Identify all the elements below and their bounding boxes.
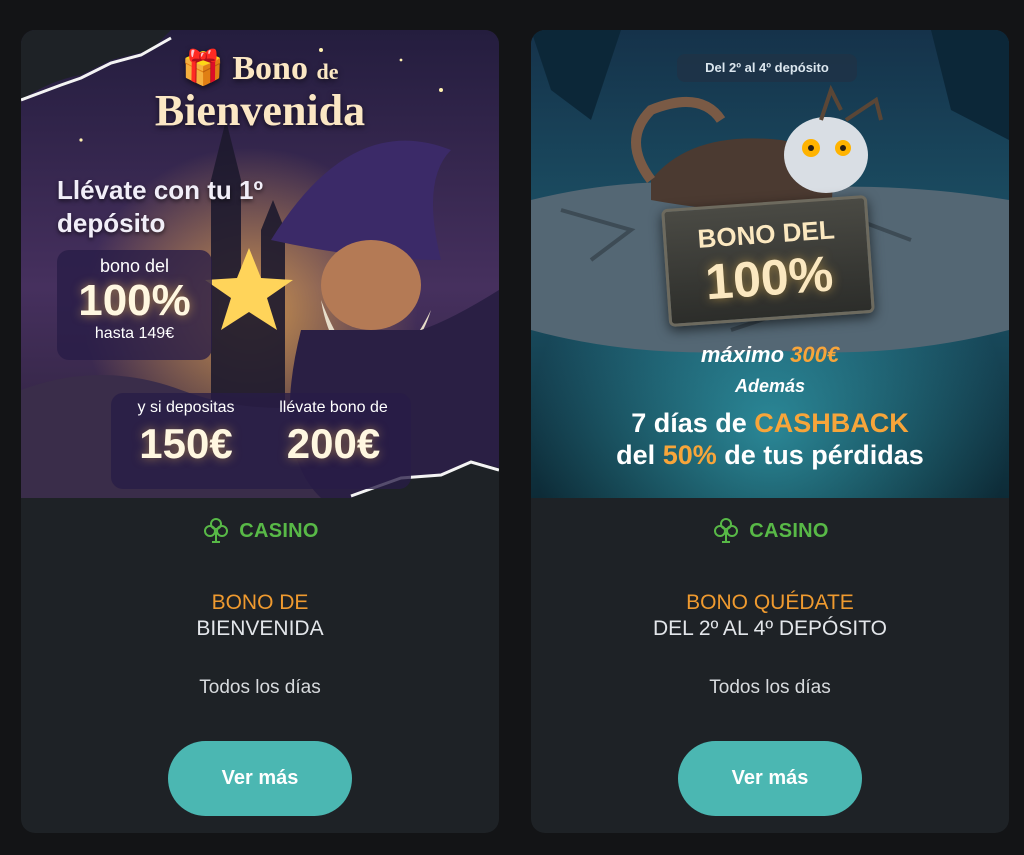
deposit-column: y si depositas 150€ <box>121 399 251 471</box>
bonus-amount: 200€ <box>286 420 381 467</box>
card-title: BONO DE BIENVENIDA <box>21 590 499 642</box>
banner-title-de: de <box>316 59 339 84</box>
deposit-range-pill: Del 2º al 4º depósito <box>677 54 857 82</box>
bonus-box-amount: 100% <box>78 276 191 325</box>
promo-banner-welcome[interactable]: 🎁 Bono de Bienvenida Llévate con tu 1º d… <box>21 30 499 498</box>
bonus-box-first-deposit: bono del 100% hasta 149€ <box>57 250 212 360</box>
card-title: BONO QUÉDATE DEL 2º AL 4º DEPÓSITO <box>531 590 1009 642</box>
banner-title: 🎁 Bono de Bienvenida <box>21 52 499 133</box>
category-tag: CASINO <box>21 516 499 546</box>
max-amount: 300€ <box>790 342 840 367</box>
max-amount-text: máximo 300€ <box>531 342 1009 368</box>
clover-cards-icon <box>714 518 739 543</box>
banner-title-big: Bienvenida <box>154 86 366 135</box>
card-title-line2: DEL 2º AL 4º DEPÓSITO <box>653 617 887 640</box>
deposit-label: y si depositas <box>137 399 235 416</box>
bonus-label: llévate bono de <box>279 399 388 416</box>
bonus-plaque: BONO DEL 100% <box>661 194 875 328</box>
category-label: CASINO <box>239 519 319 542</box>
schedule-text: Todos los días <box>199 677 321 698</box>
banner-lead-text: Llévate con tu 1º depósito <box>57 175 263 238</box>
cashback-del: del <box>616 440 656 470</box>
bonus-box-limit: hasta 149€ <box>94 325 175 342</box>
category-label: CASINO <box>749 519 829 542</box>
cashback-text: 7 días de CASHBACK del 50% de tus pérdid… <box>531 407 1009 471</box>
deposit-amount: 150€ <box>139 420 233 467</box>
promo-card-stay-bonus[interactable]: Del 2º al 4º depósito BONO DEL 100% máxi… <box>531 30 1009 833</box>
bonus-box-label: bono del <box>99 256 170 276</box>
cashback-suffix: de tus pérdidas <box>724 440 924 470</box>
category-tag: CASINO <box>531 516 1009 546</box>
card-title-line1: BONO DE <box>211 591 309 614</box>
card-title-line1: BONO QUÉDATE <box>686 591 854 614</box>
ver-mas-button[interactable]: Ver más <box>168 741 352 816</box>
clover-cards-icon <box>204 518 229 543</box>
card-title-line2: BIENVENIDA <box>196 617 324 640</box>
max-prefix: máximo <box>700 342 785 367</box>
ver-mas-button[interactable]: Ver más <box>678 741 862 816</box>
bonus-box-deposit-offer: y si depositas 150€ llévate bono de 200€ <box>111 393 411 489</box>
gift-icon: 🎁 <box>181 50 224 87</box>
cashback-prefix: 7 días de <box>631 408 747 438</box>
promo-banner-stay-bonus[interactable]: Del 2º al 4º depósito BONO DEL 100% máxi… <box>531 30 1009 498</box>
ademas-text: Además <box>734 376 806 396</box>
cashback-percent: 50% <box>662 440 717 470</box>
cashback-word: CASHBACK <box>754 408 909 438</box>
bonus-column: llévate bono de 200€ <box>261 399 406 471</box>
schedule-text: Todos los días <box>709 677 831 698</box>
banner-title-word: Bono <box>232 50 308 87</box>
promo-card-welcome[interactable]: 🎁 Bono de Bienvenida Llévate con tu 1º d… <box>21 30 499 833</box>
